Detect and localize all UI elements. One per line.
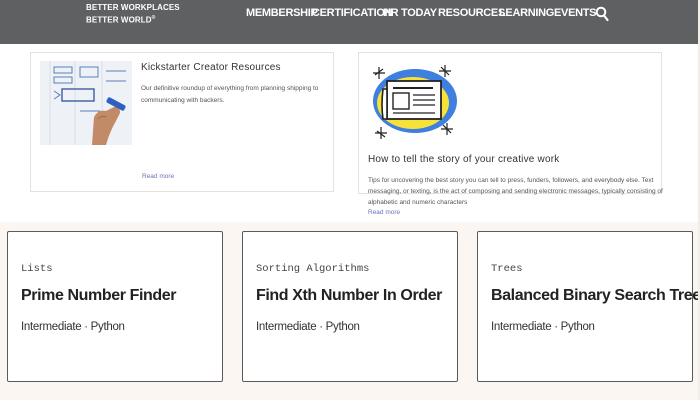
site-logo[interactable]: BETTER WORKPLACES BETTER WORLD® <box>86 3 180 26</box>
nav-hr-today[interactable]: HR TODAY <box>383 7 437 19</box>
course-title[interactable]: Balanced Binary Search Tree <box>491 287 700 305</box>
course-category: Trees <box>491 263 523 275</box>
logo-line-2: BETTER WORLD® <box>86 15 156 25</box>
logo-line-1: BETTER WORKPLACES <box>86 3 180 12</box>
search-icon[interactable] <box>595 6 609 22</box>
course-section: Lists Prime Number Finder Intermediate ·… <box>0 222 700 400</box>
course-meta: Intermediate · Python <box>256 321 360 333</box>
nav-certification[interactable]: CERTIFICATION <box>312 7 393 19</box>
nav-resources[interactable]: RESOURCES <box>438 7 505 19</box>
resource-description: Our definitive roundup of everything fro… <box>141 85 319 104</box>
newspaper-illustration <box>369 59 459 145</box>
course-category: Sorting Algorithms <box>256 263 370 275</box>
resource-title[interactable]: How to tell the story of your creative w… <box>368 154 559 165</box>
read-more-link[interactable]: Read more <box>368 209 400 216</box>
top-navigation-bar: BETTER WORKPLACES BETTER WORLD® MEMBERSH… <box>0 0 700 44</box>
course-card-find-xth-number[interactable]: Sorting Algorithms Find Xth Number In Or… <box>242 231 458 382</box>
resource-title[interactable]: Kickstarter Creator Resources <box>141 62 281 73</box>
nav-membership[interactable]: MEMBERSHIP <box>246 7 318 19</box>
course-title[interactable]: Prime Number Finder <box>21 287 177 305</box>
nav-events[interactable]: EVENTS <box>554 7 597 19</box>
resource-card[interactable]: How to tell the story of your creative w… <box>358 52 663 216</box>
nav-learning[interactable]: LEARNING <box>499 7 554 19</box>
course-category: Lists <box>21 263 53 275</box>
course-title[interactable]: Find Xth Number In Order <box>256 287 442 305</box>
read-more-link[interactable]: Read more <box>142 173 174 180</box>
whiteboard-illustration <box>40 61 132 145</box>
resource-card[interactable]: Kickstarter Creator Resources Our defini… <box>30 52 334 192</box>
resource-description: Tips for uncovering the best story you c… <box>368 177 663 206</box>
course-meta: Intermediate · Python <box>21 321 125 333</box>
course-meta: Intermediate · Python <box>491 321 595 333</box>
course-card-prime-number-finder[interactable]: Lists Prime Number Finder Intermediate ·… <box>7 231 223 382</box>
course-card-balanced-bst[interactable]: Trees Balanced Binary Search Tree Interm… <box>477 231 700 382</box>
